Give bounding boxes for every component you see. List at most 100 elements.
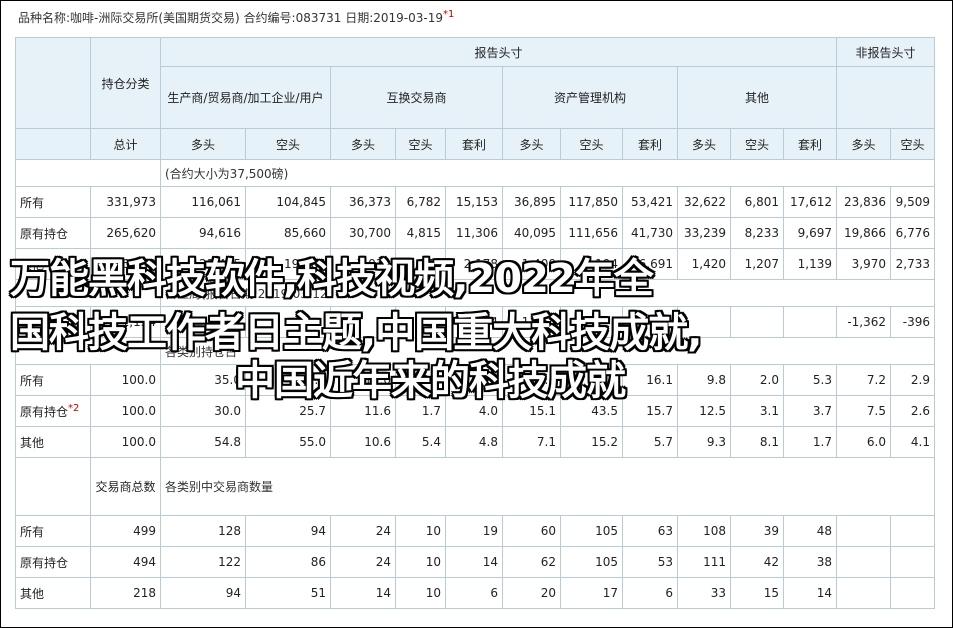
cell xyxy=(836,546,891,578)
table-row: 其他 218 94 51 14 10 6 20 17 6 33 15 14 xyxy=(15,577,935,609)
cell: 36,895 xyxy=(502,186,561,218)
report-caption: 品种名称:咖啡-洲际交易所(美国期货交易) 合约编号:083731 日期:201… xyxy=(18,9,454,26)
caption-text: 品种名称:咖啡-洲际交易所(美国期货交易) 合约编号:083731 日期:201… xyxy=(18,11,444,25)
cell: 108 xyxy=(677,515,731,547)
cell: 48 xyxy=(783,515,837,547)
swap-spread-header: 套利 xyxy=(445,128,503,160)
cell: 60 xyxy=(502,515,561,547)
reportable-header: 报告头寸 xyxy=(160,37,837,67)
cell: 128 xyxy=(160,515,246,547)
cell: 36,373 xyxy=(330,186,396,218)
row-label: 所有 xyxy=(15,364,91,396)
managed-header: 资产管理机构 xyxy=(502,66,678,129)
footnote-mark: *2 xyxy=(68,402,80,414)
row-label: 原有持仓 xyxy=(15,217,91,249)
cell: 15,153 xyxy=(445,186,503,218)
overlay-headline-line1: 万能黑科技软件,科技视频,2022年全 xyxy=(10,256,654,302)
row-label: 原有持仓 xyxy=(15,546,91,578)
cell: 6,782 xyxy=(395,186,446,218)
cell: 15.2 xyxy=(560,426,623,458)
cell: 94 xyxy=(160,577,246,609)
nonreportable-header: 非报告头寸 xyxy=(836,37,935,67)
table-row: 所有 499 128 94 24 10 19 60 105 63 108 39 … xyxy=(15,515,935,547)
cell xyxy=(836,515,891,547)
cell: 40,095 xyxy=(502,217,561,249)
producer-short-header: 空头 xyxy=(245,128,331,160)
cell: 105 xyxy=(560,546,623,578)
row-label: 其他 xyxy=(15,577,91,609)
cell: 4.8 xyxy=(445,426,503,458)
cell: 14 xyxy=(445,546,503,578)
cell: 100.0 xyxy=(90,395,161,427)
cell: 265,620 xyxy=(90,217,161,249)
traders-total-label: 交易商总数 xyxy=(90,457,161,516)
cell: 499 xyxy=(90,515,161,547)
swap-long-header: 多头 xyxy=(330,128,396,160)
position-class-header: 持仓分类 xyxy=(90,37,161,129)
cell: 86 xyxy=(245,546,331,578)
cell: 94 xyxy=(245,515,331,547)
other-header: 其他 xyxy=(677,66,837,129)
contract-size-note: (合约大小为37,500磅) xyxy=(160,159,935,187)
nonrep-short-header: 空头 xyxy=(890,128,935,160)
cell: 10.6 xyxy=(330,426,396,458)
cell: 24 xyxy=(330,515,396,547)
cell: 53,421 xyxy=(622,186,678,218)
cell xyxy=(890,546,935,578)
cell: 33 xyxy=(677,577,731,609)
cell: 218 xyxy=(90,577,161,609)
cell: 20 xyxy=(502,577,561,609)
swap-header: 互换交易商 xyxy=(330,66,503,129)
cell: 33,239 xyxy=(677,217,731,249)
cell: 100.0 xyxy=(90,364,161,396)
table-row: 原有持仓 265,620 94,616 85,660 30,700 4,815 … xyxy=(15,217,935,249)
section-blank xyxy=(15,457,91,516)
table-row: 原有持仓 494 122 86 24 10 14 62 105 53 111 4… xyxy=(15,546,935,578)
nonreportable-sub xyxy=(836,66,935,129)
cell: 17,612 xyxy=(783,186,837,218)
cell: 116,061 xyxy=(160,186,246,218)
cell: 100.0 xyxy=(90,426,161,458)
cell: 54.8 xyxy=(160,426,246,458)
cell: 122 xyxy=(160,546,246,578)
cell: 19,866 xyxy=(836,217,891,249)
traders-note: 各类别中交易商数量 xyxy=(160,457,935,516)
cell: 30.0 xyxy=(160,395,246,427)
section-blank xyxy=(15,159,161,187)
cell: 9.3 xyxy=(677,426,731,458)
cell: 14 xyxy=(330,577,396,609)
cell: 8,233 xyxy=(730,217,784,249)
cell: 111 xyxy=(677,546,731,578)
cell: 7.1 xyxy=(502,426,561,458)
cell: 15 xyxy=(730,577,784,609)
cell xyxy=(890,515,935,547)
caption-mark: *1 xyxy=(443,9,455,20)
table-row: 所有 331,973 116,061 104,845 36,373 6,782 … xyxy=(15,186,935,218)
row-label: 所有 xyxy=(15,186,91,218)
cell: 10 xyxy=(395,577,446,609)
cell: 9,509 xyxy=(890,186,935,218)
cell: 111,656 xyxy=(560,217,623,249)
cell: 6,776 xyxy=(890,217,935,249)
managed-long-header: 多头 xyxy=(502,128,561,160)
other-spread-header: 套利 xyxy=(783,128,837,160)
cell: 5.4 xyxy=(395,426,446,458)
cell: 331,973 xyxy=(90,186,161,218)
nonrep-long-header: 多头 xyxy=(836,128,891,160)
overlay-headline-line3: 中国近年来的科技成就 xyxy=(235,358,626,404)
cell: 6 xyxy=(622,577,678,609)
cell: 9,697 xyxy=(783,217,837,249)
swap-short-header: 空头 xyxy=(395,128,446,160)
cell: 14 xyxy=(783,577,837,609)
cell: 55.0 xyxy=(245,426,331,458)
cell: 6,801 xyxy=(730,186,784,218)
managed-short-header: 空头 xyxy=(560,128,623,160)
other-short-header: 空头 xyxy=(730,128,784,160)
cell: 6.0 xyxy=(836,426,891,458)
cell: 494 xyxy=(90,546,161,578)
producer-header: 生产商/贸易商/加工企业/用户 xyxy=(160,66,331,129)
cell: 41,730 xyxy=(622,217,678,249)
cell: 51 xyxy=(245,577,331,609)
cell: 85,660 xyxy=(245,217,331,249)
row-label: 所有 xyxy=(15,515,91,547)
